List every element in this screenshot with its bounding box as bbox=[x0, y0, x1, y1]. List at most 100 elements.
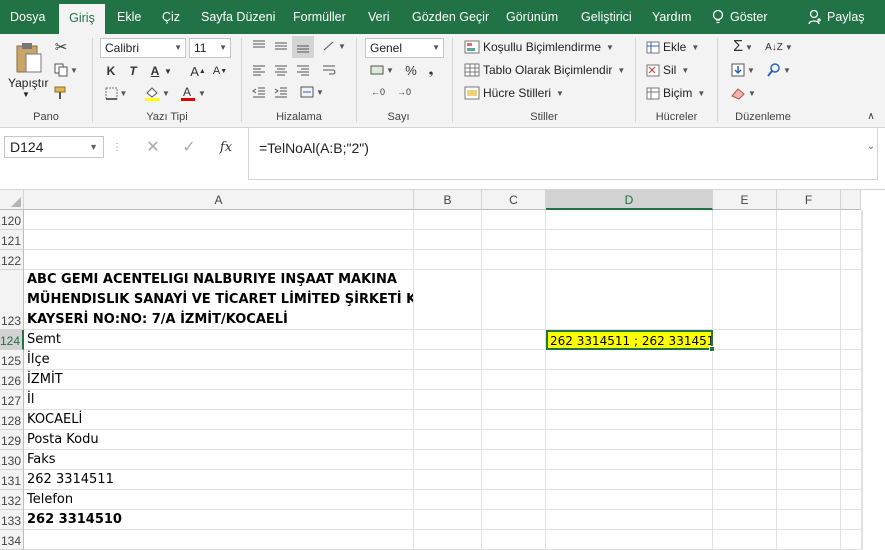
cell-a127[interactable]: İl bbox=[24, 390, 414, 410]
cell-a125[interactable]: İlçe bbox=[24, 350, 414, 370]
copy-icon[interactable]: ▼ bbox=[52, 61, 80, 79]
cell-c128[interactable] bbox=[482, 410, 546, 430]
cell-b121[interactable] bbox=[414, 230, 482, 250]
sort-filter-icon[interactable]: A↓Z ▼ bbox=[764, 38, 794, 56]
cell-f134[interactable] bbox=[777, 530, 841, 550]
cell-b131[interactable] bbox=[414, 470, 482, 490]
cell-b125[interactable] bbox=[414, 350, 482, 370]
cell-d125[interactable] bbox=[546, 350, 713, 370]
cell-d126[interactable] bbox=[546, 370, 713, 390]
cell-c124[interactable] bbox=[482, 330, 546, 350]
cell-d123[interactable] bbox=[546, 270, 713, 330]
cell-f133[interactable] bbox=[777, 510, 841, 530]
clear-icon[interactable]: ▼ bbox=[728, 84, 758, 102]
cell-f123[interactable] bbox=[777, 270, 841, 330]
row-header-123[interactable]: 123 bbox=[0, 270, 24, 330]
borders-icon[interactable]: ▼ bbox=[103, 84, 129, 102]
row-header-131[interactable]: 131 bbox=[0, 470, 24, 490]
cell-f126[interactable] bbox=[777, 370, 841, 390]
column-header-e[interactable]: E bbox=[713, 190, 777, 210]
cell-e127[interactable] bbox=[713, 390, 777, 410]
cell-a133[interactable]: 262 3314510 bbox=[24, 510, 414, 530]
increase-indent-icon[interactable] bbox=[272, 84, 290, 100]
cell-a129[interactable]: Posta Kodu bbox=[24, 430, 414, 450]
cell-g133[interactable] bbox=[841, 510, 862, 530]
column-header-c[interactable]: C bbox=[482, 190, 546, 210]
tab-formuller[interactable]: Formüller bbox=[293, 0, 346, 34]
cell-a134[interactable] bbox=[24, 530, 414, 550]
row-header-132[interactable]: 132 bbox=[0, 490, 24, 510]
cell-g123[interactable] bbox=[841, 270, 862, 330]
bold-button[interactable]: K bbox=[103, 62, 119, 80]
row-header-121[interactable]: 121 bbox=[0, 230, 24, 250]
cell-g120[interactable] bbox=[841, 210, 862, 230]
cell-e128[interactable] bbox=[713, 410, 777, 430]
cell-e125[interactable] bbox=[713, 350, 777, 370]
cell-g132[interactable] bbox=[841, 490, 862, 510]
column-header-b[interactable]: B bbox=[414, 190, 482, 210]
decrease-decimal-icon[interactable]: →0 bbox=[393, 84, 415, 100]
cell-f124[interactable] bbox=[777, 330, 841, 350]
underline-dropdown-icon[interactable]: ▼ bbox=[163, 62, 173, 80]
paste-label[interactable]: Yapıştır bbox=[8, 76, 48, 90]
cell-f132[interactable] bbox=[777, 490, 841, 510]
fill-icon[interactable]: ▼ bbox=[728, 61, 758, 79]
cell-e129[interactable] bbox=[713, 430, 777, 450]
number-format-select[interactable]: Genel ▼ bbox=[365, 38, 444, 58]
font-name-select[interactable]: Calibri ▼ bbox=[100, 38, 186, 58]
font-color-icon[interactable]: A ▼ bbox=[179, 84, 207, 102]
format-painter-icon[interactable] bbox=[52, 84, 70, 102]
row-header-124[interactable]: 124 bbox=[0, 330, 24, 350]
select-all-corner[interactable] bbox=[0, 190, 24, 210]
cell-d121[interactable] bbox=[546, 230, 713, 250]
cell-e123[interactable] bbox=[713, 270, 777, 330]
cell-b126[interactable] bbox=[414, 370, 482, 390]
cell-a123[interactable]: ABC GEMI ACENTELIGI NALBURIYE INŞAAT MAK… bbox=[24, 270, 414, 330]
cell-g134[interactable] bbox=[841, 530, 862, 550]
cell-b130[interactable] bbox=[414, 450, 482, 470]
underline-button[interactable]: A bbox=[147, 62, 163, 80]
align-left-icon[interactable] bbox=[250, 62, 268, 78]
cell-g129[interactable] bbox=[841, 430, 862, 450]
cell-e121[interactable] bbox=[713, 230, 777, 250]
wrap-text-icon[interactable] bbox=[320, 62, 338, 78]
cell-d128[interactable] bbox=[546, 410, 713, 430]
conditional-formatting-button[interactable]: Koşullu Biçimlendirme ▼ bbox=[464, 40, 614, 54]
cell-g127[interactable] bbox=[841, 390, 862, 410]
cell-d131[interactable] bbox=[546, 470, 713, 490]
row-header-128[interactable]: 128 bbox=[0, 410, 24, 430]
row-header-125[interactable]: 125 bbox=[0, 350, 24, 370]
cell-d124-selected[interactable]: 262 3314511 ; 262 3314510 bbox=[546, 330, 713, 350]
cell-b132[interactable] bbox=[414, 490, 482, 510]
align-right-icon[interactable] bbox=[294, 62, 312, 78]
cell-c123[interactable] bbox=[482, 270, 546, 330]
font-size-select[interactable]: 11 ▼ bbox=[189, 38, 231, 58]
cell-a124[interactable]: Semt bbox=[24, 330, 414, 350]
align-top-icon[interactable] bbox=[250, 38, 268, 54]
cell-c130[interactable] bbox=[482, 450, 546, 470]
column-header-a[interactable]: A bbox=[24, 190, 414, 210]
tell-me-search[interactable]: Göster bbox=[712, 0, 768, 34]
find-select-icon[interactable]: ▼ bbox=[764, 61, 794, 79]
cell-g121[interactable] bbox=[841, 230, 862, 250]
tab-ciz[interactable]: Çiz bbox=[162, 0, 180, 34]
cell-b133[interactable] bbox=[414, 510, 482, 530]
paste-dropdown-icon[interactable]: ▼ bbox=[22, 90, 30, 99]
formula-input[interactable]: =TelNoAl(A:B;"2") bbox=[248, 128, 878, 180]
row-header-130[interactable]: 130 bbox=[0, 450, 24, 470]
cell-b123[interactable] bbox=[414, 270, 482, 330]
tab-gelistirici[interactable]: Geliştirici bbox=[581, 0, 632, 34]
cell-d122[interactable] bbox=[546, 250, 713, 270]
vertical-scrollbar-area[interactable] bbox=[862, 210, 885, 550]
cell-e120[interactable] bbox=[713, 210, 777, 230]
cell-f129[interactable] bbox=[777, 430, 841, 450]
cell-e132[interactable] bbox=[713, 490, 777, 510]
cell-c133[interactable] bbox=[482, 510, 546, 530]
collapse-ribbon-icon[interactable]: ∧ bbox=[864, 110, 878, 122]
cell-e126[interactable] bbox=[713, 370, 777, 390]
cell-d127[interactable] bbox=[546, 390, 713, 410]
merge-center-icon[interactable]: ▼ bbox=[298, 84, 326, 100]
currency-icon[interactable]: ▼ bbox=[367, 62, 397, 78]
grow-font-icon[interactable]: A ▲ bbox=[189, 62, 207, 80]
cell-g128[interactable] bbox=[841, 410, 862, 430]
